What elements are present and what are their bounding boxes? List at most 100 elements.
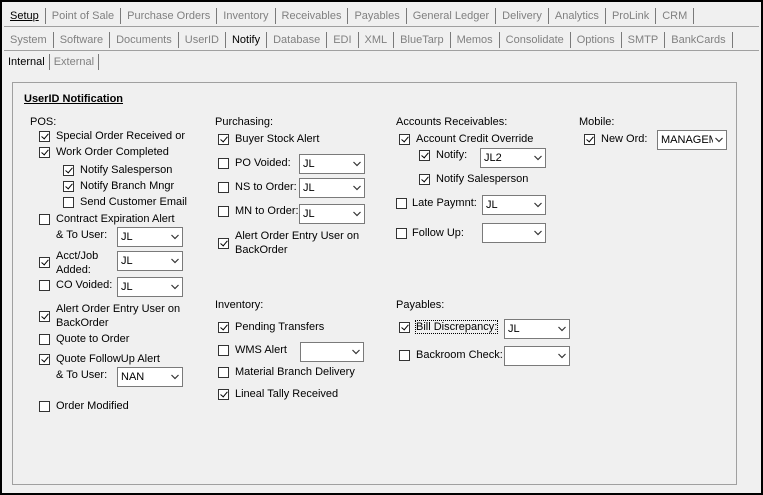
acct-job-checkbox[interactable]	[39, 257, 50, 268]
tab-internal[interactable]: Internal	[4, 54, 50, 70]
material-branch-checkbox[interactable]	[218, 367, 229, 378]
late-paymnt-user-value: JL	[486, 199, 498, 211]
bill-discrepancy-user-dropdown[interactable]: JL	[504, 319, 570, 339]
contract-expiration-checkbox[interactable]	[39, 214, 50, 225]
mn-to-order-user-dropdown[interactable]: JL	[299, 204, 365, 224]
lineal-tally-label: Lineal Tally Received	[235, 388, 339, 400]
tab-edi[interactable]: EDI	[327, 31, 359, 48]
new-ord-user-value: MANAGEM	[661, 134, 713, 146]
po-voided-checkbox[interactable]	[218, 158, 229, 169]
late-paymnt-checkbox[interactable]	[396, 198, 407, 209]
tab-smtp[interactable]: SMTP	[622, 31, 666, 48]
pending-transfers-checkbox[interactable]	[218, 322, 229, 333]
quote-to-user-label: & To User:	[56, 369, 108, 381]
co-voided-checkbox[interactable]	[39, 280, 50, 291]
tab-point-of-sale[interactable]: Point of Sale	[46, 7, 122, 24]
tab-general-ledger[interactable]: General Ledger	[407, 7, 497, 24]
quote-to-order-label: Quote to Order	[56, 333, 130, 345]
po-voided-user-value: JL	[303, 158, 315, 170]
tab-receivables[interactable]: Receivables	[276, 7, 349, 24]
backroom-check-checkbox[interactable]	[399, 350, 410, 361]
pos-alert-backorder-label-2: BackOrder	[56, 317, 109, 329]
mn-to-order-checkbox[interactable]	[218, 206, 229, 217]
quote-user-value: NAN	[121, 371, 145, 383]
pos-alert-backorder-checkbox[interactable]	[39, 311, 50, 322]
tab-payables[interactable]: Payables	[348, 7, 407, 24]
co-voided-label: CO Voided:	[56, 279, 113, 291]
quote-to-order-checkbox[interactable]	[39, 334, 50, 345]
tab-system[interactable]: System	[4, 31, 54, 48]
tab-documents[interactable]: Documents	[110, 31, 179, 48]
tab-software[interactable]: Software	[54, 31, 111, 48]
notify-salesperson-checkbox[interactable]	[63, 165, 74, 176]
quote-followup-checkbox[interactable]	[39, 354, 50, 365]
tab-purchase-orders[interactable]: Purchase Orders	[121, 7, 218, 24]
send-customer-email-checkbox[interactable]	[63, 197, 74, 208]
tab-xml[interactable]: XML	[359, 31, 395, 48]
tab-prolink[interactable]: ProLink	[606, 7, 657, 24]
tab-inventory[interactable]: Inventory	[217, 7, 276, 24]
bill-discrepancy-label: Bill Discrepancy:	[414, 320, 499, 334]
quote-user-dropdown[interactable]: NAN	[117, 367, 183, 387]
tab-memos[interactable]: Memos	[451, 31, 500, 48]
buyer-stock-checkbox[interactable]	[218, 134, 229, 145]
chevron-down-icon	[353, 211, 361, 218]
mn-to-order-user-value: JL	[303, 208, 315, 220]
acct-job-user-value: JL	[121, 255, 133, 267]
contract-user-dropdown[interactable]: JL	[117, 227, 183, 247]
ar-notify-salesperson-checkbox[interactable]	[419, 174, 430, 185]
tab-database[interactable]: Database	[267, 31, 328, 48]
work-order-label: Work Order Completed	[56, 146, 169, 158]
ns-to-order-checkbox[interactable]	[218, 182, 229, 193]
ar-notify-checkbox[interactable]	[419, 150, 430, 161]
buyer-stock-label: Buyer Stock Alert	[235, 133, 320, 145]
lineal-tally-checkbox[interactable]	[218, 389, 229, 400]
tab-delivery[interactable]: Delivery	[496, 7, 549, 24]
tab-analytics[interactable]: Analytics	[549, 7, 606, 24]
tab-userid[interactable]: UserID	[179, 31, 226, 48]
tab-external[interactable]: External	[50, 54, 100, 70]
po-voided-user-dropdown[interactable]: JL	[299, 154, 365, 174]
tab-notify[interactable]: Notify	[226, 31, 268, 48]
new-ord-user-dropdown[interactable]: MANAGEM	[657, 130, 727, 150]
main-tab-bar: Setup Point of Sale Purchase Orders Inve…	[4, 5, 759, 27]
bill-discrepancy-checkbox[interactable]	[399, 322, 410, 333]
ar-notify-salesperson-label: Notify Salesperson	[436, 173, 529, 185]
tab-crm[interactable]: CRM	[656, 7, 695, 24]
backroom-check-user-dropdown[interactable]	[504, 346, 570, 366]
acct-job-added-label: Added:	[56, 264, 91, 276]
acct-job-user-dropdown[interactable]: JL	[117, 251, 183, 271]
new-ord-checkbox[interactable]	[584, 134, 595, 145]
notify-salesperson-label: Notify Salesperson	[80, 164, 173, 176]
late-paymnt-label: Late Paymnt:	[412, 197, 477, 209]
window-frame: Setup Point of Sale Purchase Orders Inve…	[0, 0, 763, 495]
order-modified-checkbox[interactable]	[39, 401, 50, 412]
co-voided-user-dropdown[interactable]: JL	[117, 277, 183, 297]
contract-user-value: JL	[121, 231, 133, 243]
tab-options[interactable]: Options	[571, 31, 622, 48]
chevron-down-icon	[534, 202, 542, 209]
pos-header: POS:	[30, 116, 57, 128]
wms-alert-checkbox[interactable]	[218, 345, 229, 356]
credit-override-label: Account Credit Override	[416, 133, 534, 145]
chevron-down-icon	[534, 155, 542, 162]
ar-notify-user-dropdown[interactable]: JL2	[480, 148, 546, 168]
chevron-down-icon	[352, 349, 360, 356]
notify-branch-checkbox[interactable]	[63, 181, 74, 192]
special-order-checkbox[interactable]	[39, 131, 50, 142]
tab-consolidate[interactable]: Consolidate	[500, 31, 571, 48]
ar-notify-user-value: JL2	[484, 152, 502, 164]
credit-override-checkbox[interactable]	[399, 134, 410, 145]
follow-up-user-dropdown[interactable]	[482, 223, 546, 243]
userid-notification-panel: UserID Notification POS: Special Order R…	[12, 82, 737, 485]
follow-up-checkbox[interactable]	[396, 228, 407, 239]
purchasing-alert-backorder-checkbox[interactable]	[218, 238, 229, 249]
work-order-checkbox[interactable]	[39, 147, 50, 158]
tab-bankcards[interactable]: BankCards	[665, 31, 733, 48]
wms-alert-user-dropdown[interactable]	[300, 342, 364, 362]
ns-to-order-user-dropdown[interactable]: JL	[299, 178, 365, 198]
chevron-down-icon	[534, 230, 542, 237]
late-paymnt-user-dropdown[interactable]: JL	[482, 195, 546, 215]
tab-setup[interactable]: Setup	[4, 7, 46, 24]
tab-bluetarp[interactable]: BlueTarp	[394, 31, 451, 48]
